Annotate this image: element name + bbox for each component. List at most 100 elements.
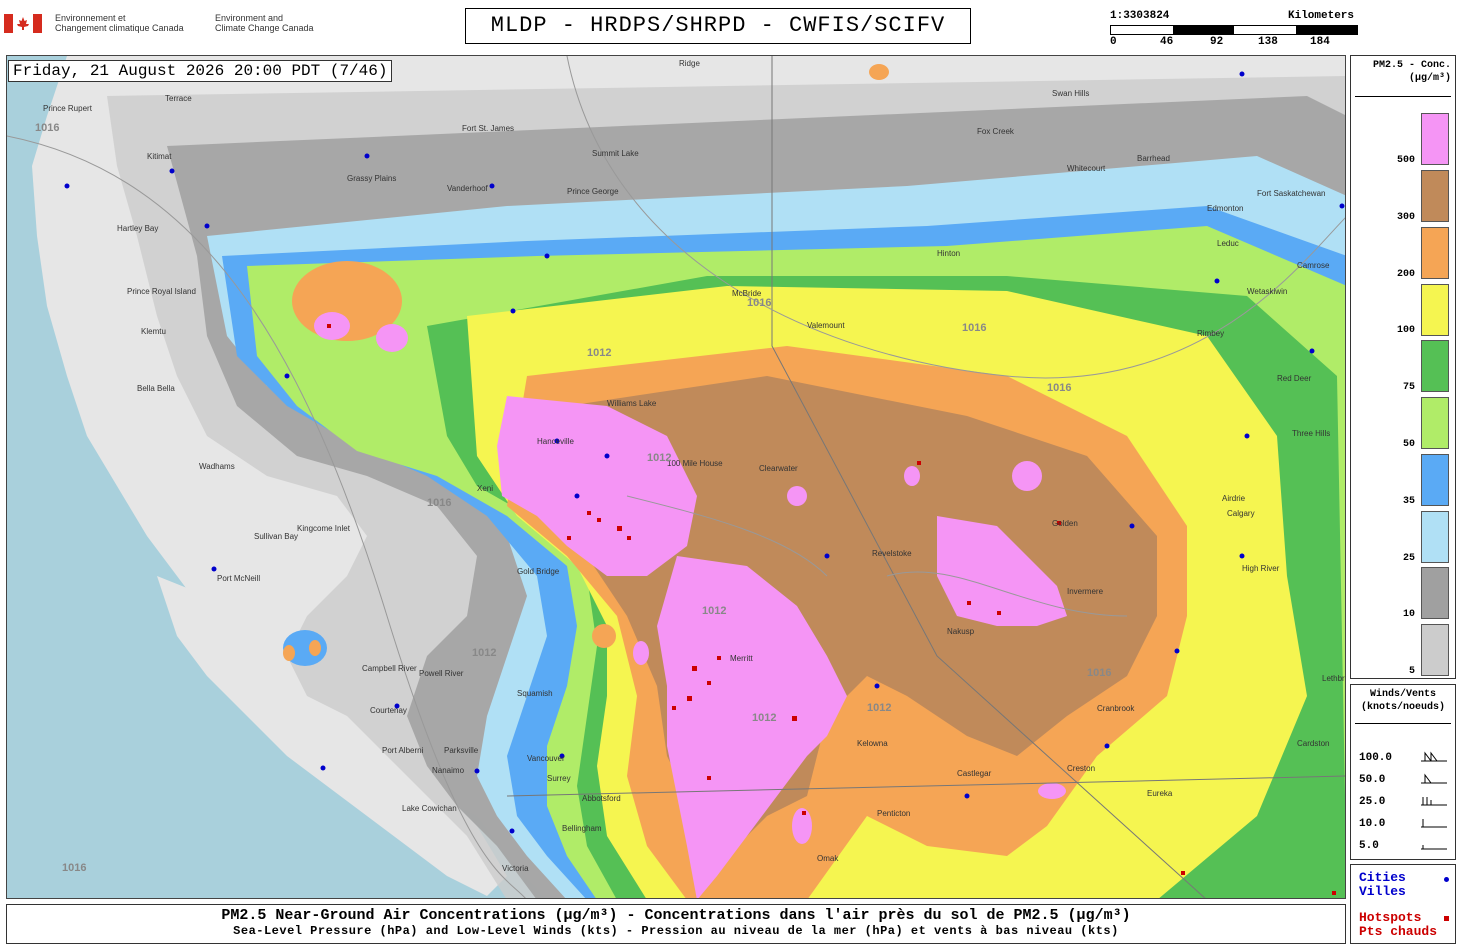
caption-title: PM2.5 Near-Ground Air Concentrations (µg… <box>221 907 1131 924</box>
map-label: Gold Bridge <box>517 567 560 576</box>
forecast-datetime: Friday, 21 August 2026 20:00 PDT (7/46) <box>8 60 393 82</box>
map-label: Kelowna <box>857 739 888 748</box>
isobar-label: 1016 <box>427 497 451 509</box>
isobar-label: 1012 <box>472 647 496 659</box>
isobar-label: 1012 <box>702 605 726 617</box>
hotspots-legend-label: Hotspots Pts chauds <box>1359 910 1438 939</box>
isobar-label: 1016 <box>1087 667 1111 679</box>
map-label: Parksville <box>444 746 479 755</box>
legend-swatch <box>1421 284 1449 336</box>
legend-label: 5 <box>1408 666 1415 677</box>
scale-tick: 184 <box>1310 36 1330 48</box>
agency-name-french: Environnement et Changement climatique C… <box>55 13 184 33</box>
map-label: Three Hills <box>1292 429 1330 438</box>
map-label: Williams Lake <box>607 399 657 408</box>
scale-unit: Kilometers <box>1288 10 1355 22</box>
map-label: Prince Rupert <box>43 104 93 113</box>
map-label: Wadhams <box>199 462 235 471</box>
legend-label: 200 <box>1396 269 1415 280</box>
isobar-label: 1016 <box>747 297 771 309</box>
map-label: Vanderhoof <box>447 184 489 193</box>
legend-label: 100 <box>1396 325 1415 336</box>
map-label: Xeni <box>477 484 493 493</box>
wind-barb-icon <box>1421 797 1447 806</box>
scale-tick: 138 <box>1258 36 1278 48</box>
map-label: 100 Mile House <box>667 459 723 468</box>
map-label: High River <box>1242 564 1280 573</box>
legend-label: 75 <box>1402 382 1415 393</box>
map-label: Campbell River <box>362 664 417 673</box>
map-label: Nakusp <box>947 627 975 636</box>
wind-speed-label: 100.0 <box>1359 752 1393 764</box>
legend-label: 50 <box>1402 439 1415 450</box>
caption-subtitle: Sea-Level Pressure (hPa) and Low-Level W… <box>233 924 1119 938</box>
map-label: Ridge <box>679 59 700 68</box>
map-label: Clearwater <box>759 464 798 473</box>
map-label: Grassy Plains <box>347 174 396 183</box>
legend-swatch <box>1421 511 1449 563</box>
map-label: Kitimat <box>147 152 172 161</box>
legend-swatch <box>1421 227 1449 279</box>
scale-tick: 0 <box>1110 36 1117 48</box>
map-label: Surrey <box>547 774 571 783</box>
wind-barb-icon <box>1421 751 1447 762</box>
wind-speed-label: 25.0 <box>1359 796 1386 808</box>
map-label: Squamish <box>517 689 553 698</box>
map-label: Barrhead <box>1137 154 1170 163</box>
smoke-forecast-map[interactable]: Prince Rupert Terrace Kitimat Hartley Ba… <box>6 55 1346 899</box>
legend-swatch <box>1421 567 1449 619</box>
map-label: Port McNeill <box>217 574 260 583</box>
points-legend: Cities Villes Hotspots Pts chauds <box>1350 864 1456 944</box>
map-label: Omak <box>817 854 839 863</box>
map-label: Valemount <box>807 321 845 330</box>
map-label: Prince George <box>567 187 619 196</box>
legend-divider <box>1355 96 1451 97</box>
wind-legend-title: Winds/Vents (knots/noeuds) <box>1360 689 1445 713</box>
map-label: Powell River <box>419 669 464 678</box>
wind-barb-icon <box>1421 819 1447 828</box>
scale-ratio: 1:3303824 <box>1110 10 1170 22</box>
map-canvas: Prince Rupert Terrace Kitimat Hartley Ba… <box>7 56 1345 898</box>
map-label: Port Alberni <box>382 746 424 755</box>
map-label: Eureka <box>1147 789 1173 798</box>
isobar-label: 1012 <box>587 347 611 359</box>
map-label: Whitecourt <box>1067 164 1106 173</box>
map-label: Red Deer <box>1277 374 1312 383</box>
wind-legend: Winds/Vents (knots/noeuds) 100.0 50.0 25… <box>1350 684 1456 860</box>
map-label: Golden <box>1052 519 1078 528</box>
wind-barb-icon <box>1421 845 1447 850</box>
isobar-label: 1016 <box>1047 382 1071 394</box>
map-label: Creston <box>1067 764 1095 773</box>
map-label: Terrace <box>165 94 192 103</box>
map-label: Hanceville <box>537 437 574 446</box>
map-label: Bellingham <box>562 824 602 833</box>
legend-swatch <box>1421 397 1449 449</box>
map-label: Klemtu <box>141 327 166 336</box>
legend-label: 25 <box>1402 553 1415 564</box>
map-label: Fort St. James <box>462 124 514 133</box>
scale-tick: 46 <box>1160 36 1174 48</box>
map-label: Swan Hills <box>1052 89 1089 98</box>
map-label: Courtenay <box>370 706 407 715</box>
map-label: Edmonton <box>1207 204 1243 213</box>
map-label: Hinton <box>937 249 960 258</box>
map-label: Lake Cowichan <box>402 804 457 813</box>
map-label: Camrose <box>1297 261 1330 270</box>
map-label: Rimbey <box>1197 329 1224 338</box>
scale-bar <box>1110 25 1358 35</box>
map-label: Calgary <box>1227 509 1255 518</box>
map-label: Sullivan Bay <box>254 532 298 541</box>
map-label: Vancouver <box>527 754 565 763</box>
wind-speed-label: 50.0 <box>1359 774 1386 786</box>
hotspot-square-icon <box>1444 916 1449 921</box>
pm25-legend: PM2.5 - Conc. (µg/m³) 500 300 200 100 75… <box>1350 55 1456 679</box>
legend-swatch <box>1421 624 1449 676</box>
wind-speed-label: 10.0 <box>1359 818 1386 830</box>
legend-swatch <box>1421 454 1449 506</box>
isobar-label: 1012 <box>752 712 776 724</box>
agency-name-english: Environment and Climate Change Canada <box>215 13 314 33</box>
legend-label: 10 <box>1402 609 1415 620</box>
map-label: Nanaimo <box>432 766 465 775</box>
isobar-label: 1016 <box>35 122 59 134</box>
map-label: Leduc <box>1217 239 1239 248</box>
